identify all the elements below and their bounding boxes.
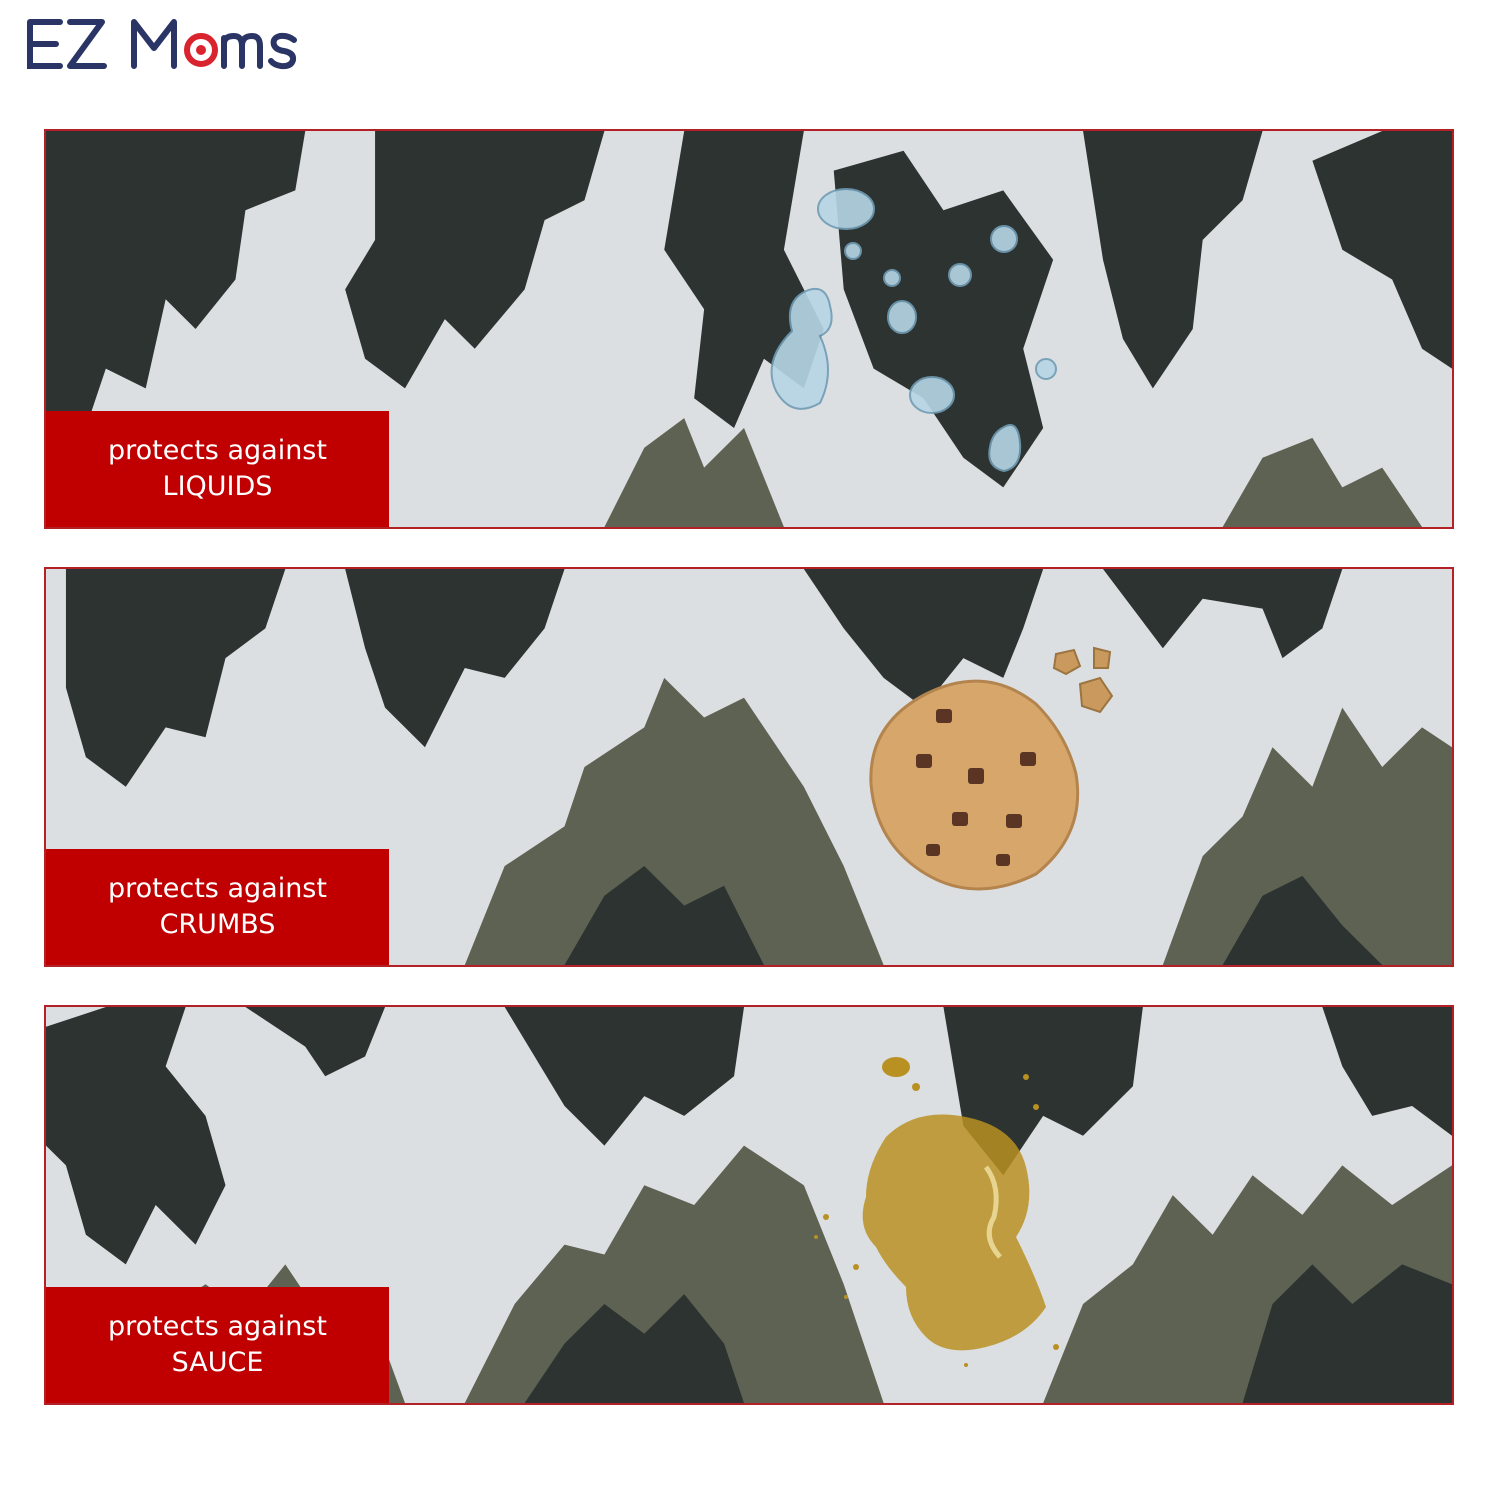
label-line1: protects against <box>108 435 327 466</box>
panel-sauce: protects against SAUCE <box>44 1005 1454 1405</box>
label-line1: protects against <box>108 873 327 904</box>
cookie-icon <box>869 646 1114 891</box>
panel-liquids: protects against LIQUIDS <box>44 129 1454 529</box>
panel-label: protects against CRUMBS <box>46 849 389 965</box>
panel-label: protects against SAUCE <box>46 1287 389 1403</box>
water-droplets-icon <box>770 188 1057 473</box>
label-line2: SAUCE <box>171 1347 264 1378</box>
sauce-spill-icon <box>814 1057 1059 1367</box>
panel-label: protects against LIQUIDS <box>46 411 389 527</box>
ez-moms-logo-icon <box>27 19 297 70</box>
label-line1: protects against <box>108 1311 327 1342</box>
label-line2: CRUMBS <box>159 909 276 940</box>
brand-logo <box>26 14 306 74</box>
panel-crumbs: protects against CRUMBS <box>44 567 1454 967</box>
label-line2: LIQUIDS <box>162 471 273 502</box>
